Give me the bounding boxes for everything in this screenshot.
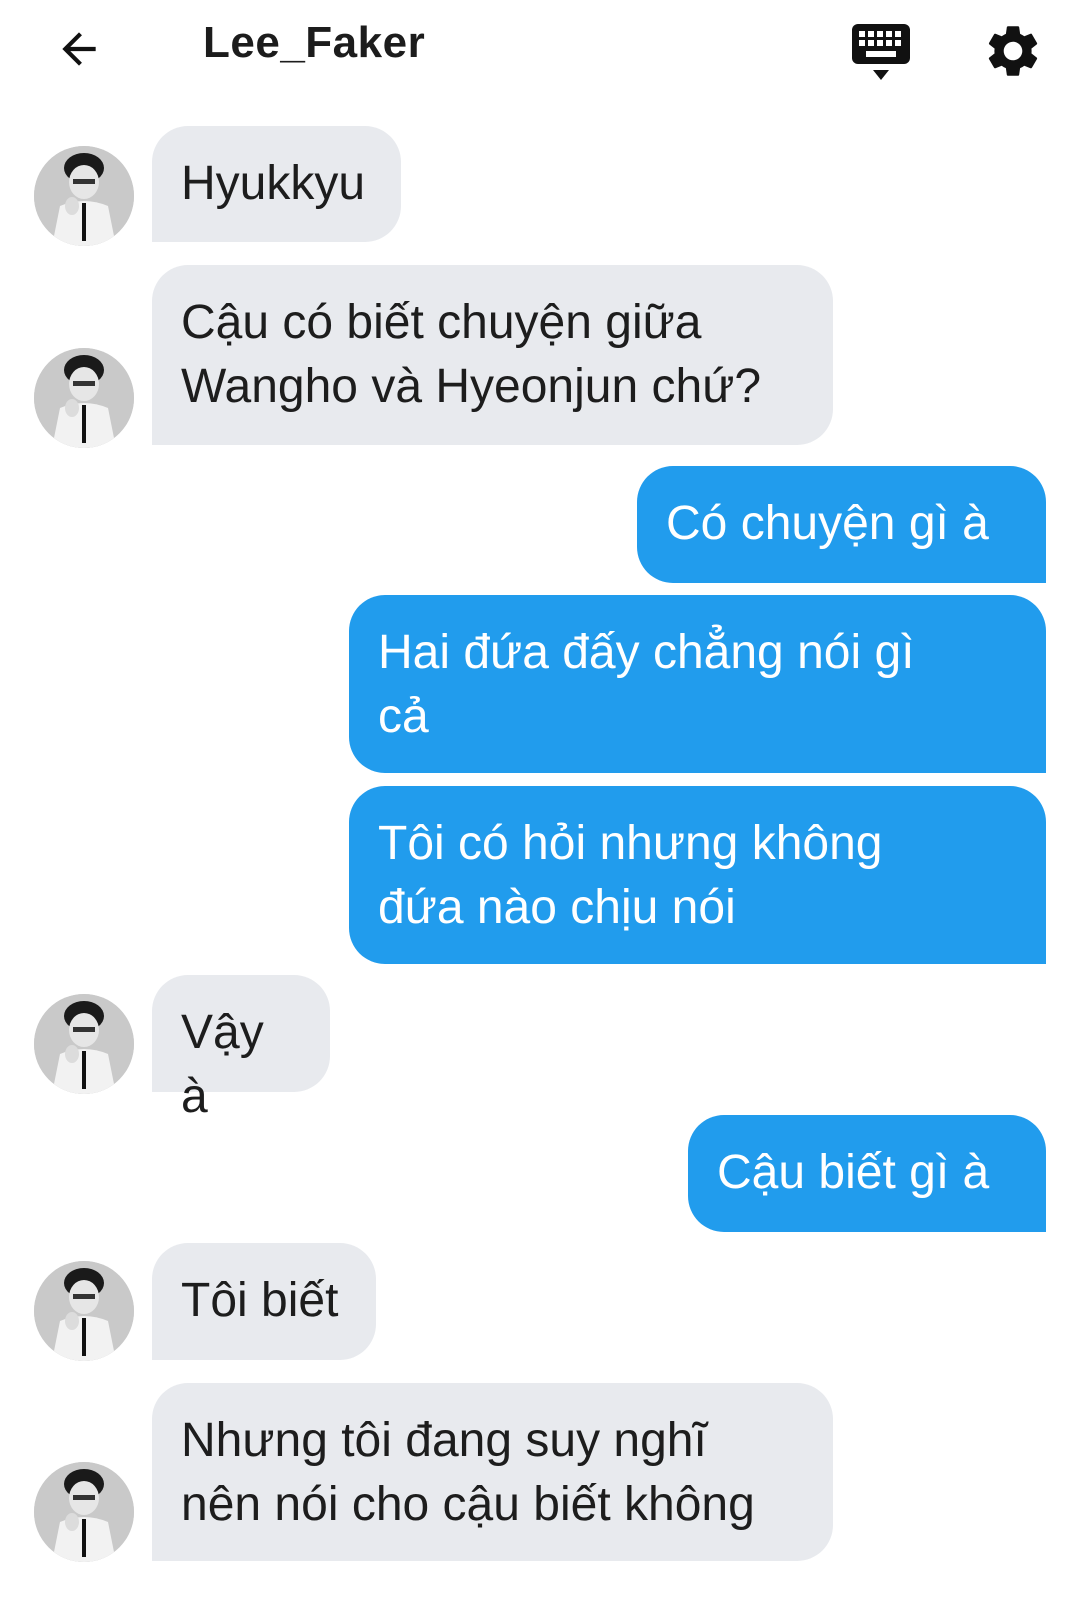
avatar[interactable] <box>34 1261 134 1361</box>
message-outgoing[interactable]: Có chuyện gì à <box>637 466 1046 583</box>
avatar-image <box>34 1462 134 1562</box>
avatar[interactable] <box>34 994 134 1094</box>
message-outgoing[interactable]: Hai đứa đấy chẳng nói gì cả <box>349 595 1046 773</box>
gear-icon <box>988 26 1038 76</box>
avatar-image <box>34 348 134 448</box>
avatar[interactable] <box>34 146 134 246</box>
message-outgoing[interactable]: Cậu biết gì à <box>688 1115 1046 1232</box>
back-button[interactable] <box>44 14 114 84</box>
top-bar: Lee_Faker <box>0 0 1080 100</box>
keyboard-icon <box>852 24 910 80</box>
avatar[interactable] <box>34 1462 134 1562</box>
message-incoming[interactable]: Vậy à <box>152 975 330 1123</box>
avatar[interactable] <box>34 348 134 448</box>
message-outgoing[interactable]: Tôi có hỏi nhưng không đứa nào chịu nói <box>349 786 1046 964</box>
message-incoming[interactable]: Tôi biết <box>152 1243 376 1360</box>
keyboard-toggle-button[interactable] <box>848 22 914 84</box>
avatar-image <box>34 1261 134 1361</box>
settings-button[interactable] <box>982 20 1046 84</box>
avatar-image <box>34 994 134 1094</box>
message-incoming[interactable]: Cậu có biết chuyện giữa Wangho và Hyeonj… <box>152 265 833 445</box>
chat-title: Lee_Faker <box>203 18 426 67</box>
avatar-image <box>34 146 134 246</box>
arrow-left-icon <box>62 32 96 66</box>
message-incoming[interactable]: Hyukkyu <box>152 126 401 242</box>
message-incoming[interactable]: Nhưng tôi đang suy nghĩ nên nói cho cậu … <box>152 1383 833 1561</box>
